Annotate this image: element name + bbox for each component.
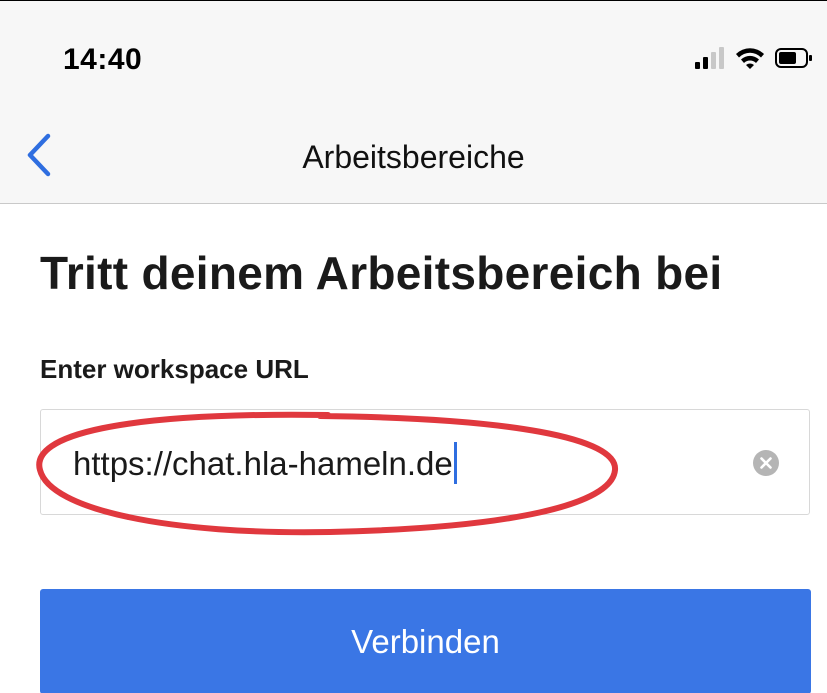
page-title: Tritt deinem Arbeitsbereich bei — [40, 247, 723, 299]
clear-circle-icon — [753, 450, 779, 476]
status-icons — [695, 45, 813, 75]
battery-icon — [775, 47, 813, 74]
url-input-value[interactable]: https://chat.hla-hameln.de — [73, 442, 457, 484]
url-field-label: Enter workspace URL — [40, 354, 309, 384]
cellular-signal-icon — [695, 46, 725, 74]
wifi-icon — [735, 47, 765, 74]
workspace-url-input[interactable]: https://chat.hla-hameln.de — [40, 409, 810, 515]
nav-title: Arbeitsbereiche — [302, 139, 525, 175]
app-screen: 14:40 Arbeitsbereiche Tritt deinem Arbei… — [0, 0, 827, 693]
connect-button-label: Verbinden — [351, 622, 500, 660]
status-time: 14:40 — [63, 43, 143, 76]
status-bar: 14:40 — [0, 1, 827, 111]
connect-button[interactable]: Verbinden — [40, 589, 811, 693]
url-text: https://chat.hla-hameln.de — [73, 445, 453, 482]
text-caret — [453, 442, 457, 484]
navigation-bar: Arbeitsbereiche — [0, 111, 827, 204]
join-workspace-form: Tritt deinem Arbeitsbereich bei Enter wo… — [0, 204, 827, 693]
clear-input-button[interactable] — [753, 450, 779, 476]
